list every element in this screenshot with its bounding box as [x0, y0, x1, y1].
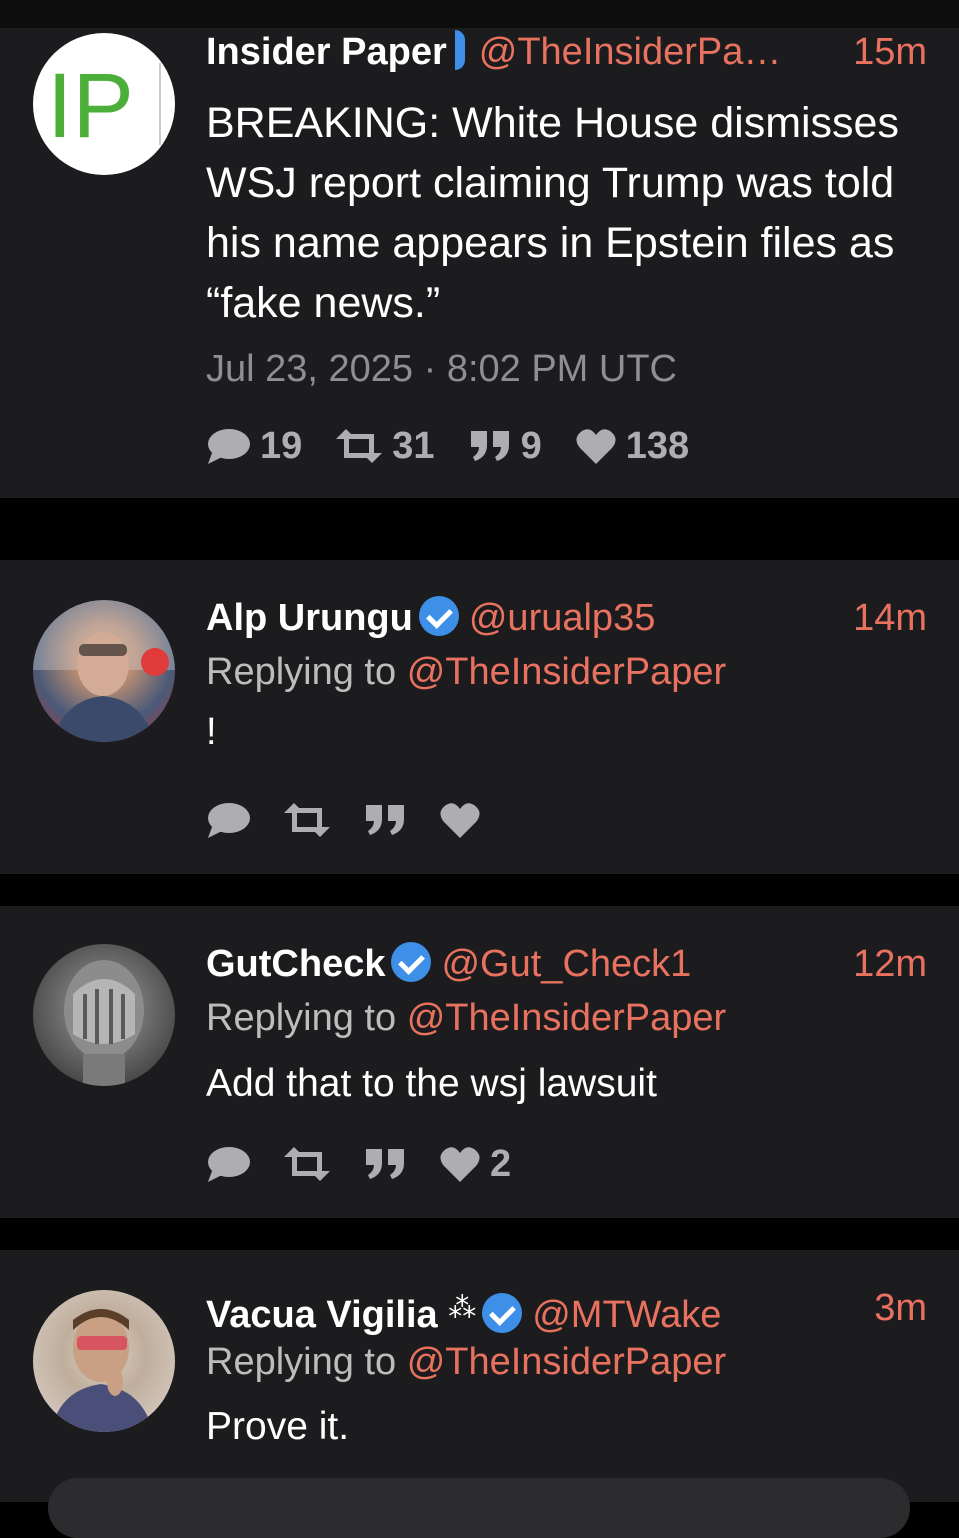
compose-bar[interactable]	[48, 1478, 910, 1538]
reply-action[interactable]	[206, 1145, 250, 1183]
replying-to-label: Replying to	[206, 1341, 397, 1383]
verified-badge-icon	[418, 596, 459, 636]
reply-icon	[208, 803, 250, 838]
reply-icon	[208, 1147, 250, 1182]
quote-icon	[366, 1149, 404, 1179]
quote-action[interactable]	[364, 805, 406, 835]
user-photo	[64, 960, 144, 1086]
quote-icon	[366, 805, 404, 835]
retweet-count: 31	[392, 424, 435, 467]
reply-icon	[208, 429, 250, 464]
display-name[interactable]: Vacua Vigilia	[206, 1294, 438, 1336]
tweet-content: Vacua Vigilia ⁂ @MTWake 3m Replying to @T…	[206, 1284, 927, 1462]
like-action[interactable]: 2	[440, 1143, 511, 1186]
tweet-time[interactable]: 15m	[853, 28, 927, 76]
quote-count: 9	[520, 424, 542, 467]
tweet-actions	[206, 796, 514, 844]
replying-to: Replying to @TheInsiderPaper	[206, 642, 927, 702]
heart-icon	[576, 429, 616, 464]
retweet-action[interactable]: 31	[336, 424, 435, 468]
retweet-icon	[284, 803, 330, 837]
quote-action[interactable]: 9	[469, 425, 542, 468]
verified-badge-icon	[391, 942, 432, 982]
user-handle[interactable]: @urualp35	[469, 597, 655, 639]
user-photo	[33, 1290, 175, 1432]
like-count: 2	[490, 1142, 512, 1185]
retweet-icon	[284, 1147, 330, 1181]
verified-badge-icon	[482, 1293, 523, 1333]
user-handle[interactable]: @Gut_Check1	[441, 943, 691, 985]
replying-to-handle[interactable]: @TheInsiderPaper	[407, 651, 727, 693]
retweet-icon	[336, 429, 383, 463]
avatar[interactable]: IP	[33, 33, 175, 175]
user-photo	[33, 600, 175, 742]
tweet-content: GutCheck @Gut_Check1 12m Replying to @The…	[206, 940, 927, 1120]
tweet-text: BREAKING: White House dismisses WSJ repo…	[206, 99, 899, 327]
reply-count: 19	[260, 424, 303, 467]
reply-action[interactable]	[206, 801, 250, 839]
reply-tweet[interactable]: GutCheck @Gut_Check1 12m Replying to @The…	[0, 906, 959, 1218]
like-action[interactable]	[440, 802, 480, 838]
tweet-text: !	[206, 711, 217, 753]
heart-icon	[440, 803, 480, 838]
tweet-actions: 2	[206, 1140, 545, 1188]
replying-to-label: Replying to	[206, 651, 397, 693]
reply-tweet[interactable]: Vacua Vigilia ⁂ @MTWake 3m Replying to @T…	[0, 1250, 959, 1502]
verified-badge-icon	[454, 30, 465, 70]
tweet-actions: 19 31 9 138	[206, 422, 723, 470]
main-tweet[interactable]: IP Insider Paper @TheInsiderPa… 15m BREAK…	[0, 28, 959, 498]
replying-to-handle[interactable]: @TheInsiderPaper	[407, 997, 727, 1039]
display-name[interactable]: Alp Urungu	[206, 597, 413, 639]
tweet-text: Add that to the wsj lawsuit	[206, 1062, 657, 1105]
tweet-time[interactable]: 14m	[853, 594, 927, 642]
tweet-time[interactable]: 12m	[853, 940, 927, 988]
display-name[interactable]: GutCheck	[206, 943, 385, 985]
avatar[interactable]	[33, 600, 175, 742]
top-strip	[0, 0, 959, 28]
display-name[interactable]: Insider Paper	[206, 31, 447, 73]
tweet-text: Prove it.	[206, 1405, 350, 1448]
tweet-header: Insider Paper @TheInsiderPa… 15m	[206, 28, 927, 76]
tweet-content: Alp Urungu @urualp35 14m Replying to @The…	[206, 594, 927, 762]
svg-text:IP: IP	[47, 55, 134, 157]
avatar[interactable]	[33, 944, 175, 1086]
retweet-action[interactable]	[284, 803, 330, 837]
replying-to: Replying to @TheInsiderPaper	[206, 1332, 927, 1392]
reply-action[interactable]: 19	[206, 425, 302, 468]
quote-action[interactable]	[364, 1149, 406, 1179]
like-count: 138	[625, 424, 690, 467]
tweet-header: Vacua Vigilia ⁂ @MTWake 3m	[206, 1284, 927, 1336]
like-action[interactable]: 138	[576, 425, 689, 468]
replying-to-label: Replying to	[206, 997, 397, 1039]
replying-to: Replying to @TheInsiderPaper	[206, 988, 927, 1048]
avatar[interactable]	[33, 1290, 175, 1432]
sparkle-icon: ⁂	[448, 1292, 477, 1323]
heart-icon	[440, 1147, 480, 1182]
insider-paper-logo: IP	[47, 55, 161, 157]
replying-to-handle[interactable]: @TheInsiderPaper	[407, 1341, 727, 1383]
reply-tweet[interactable]: Alp Urungu @urualp35 14m Replying to @The…	[0, 560, 959, 874]
tweet-header: GutCheck @Gut_Check1 12m	[206, 940, 927, 988]
tweet-content: Insider Paper @TheInsiderPa… 15m BREAKING…	[206, 28, 927, 393]
user-handle[interactable]: @MTWake	[532, 1294, 721, 1336]
tweet-time[interactable]: 3m	[874, 1284, 927, 1332]
retweet-action[interactable]	[284, 1147, 330, 1181]
user-handle[interactable]: @TheInsiderPa…	[479, 31, 782, 73]
tweet-timestamp[interactable]: Jul 23, 2025 · 8:02 PM UTC	[206, 345, 927, 393]
tweet-header: Alp Urungu @urualp35 14m	[206, 594, 927, 642]
quote-icon	[470, 431, 509, 461]
